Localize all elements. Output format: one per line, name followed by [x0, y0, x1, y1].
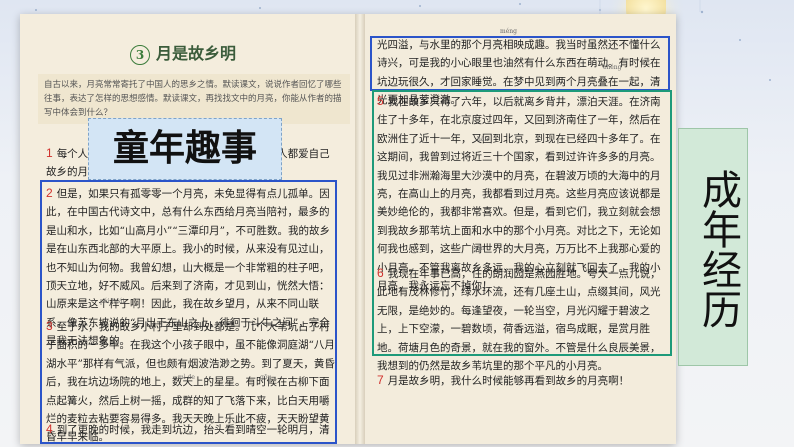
- lesson-title-text: 月是故乡明: [156, 44, 237, 63]
- paragraph-7: 7 月是故乡明，我什么时候能够再看到故乡的月亮啊！: [377, 371, 667, 390]
- childhood-highlight-box: [40, 180, 337, 444]
- book-spine: [355, 14, 365, 444]
- adult-label: 成年经历: [678, 128, 748, 366]
- pinyin-annotation: méng: [500, 28, 517, 35]
- childhood-label: 童年趣事: [88, 118, 282, 180]
- lesson-intro: 自古以来，月亮常常寄托了中国人的思乡之情。默读课文，说说作者回忆了哪些往事，表达…: [38, 74, 350, 124]
- paragraph-number: 1: [46, 146, 53, 160]
- lesson-number: 3: [130, 45, 150, 65]
- paragraph-4-highlight-box: [370, 36, 670, 91]
- paragraph-text: 月是故乡明，我什么时候能够再看到故乡的月亮啊！: [387, 375, 630, 387]
- adult-highlight-box: [372, 90, 672, 356]
- paragraph-number: 7: [377, 373, 384, 387]
- lesson-title: 3 月是故乡明: [130, 40, 236, 65]
